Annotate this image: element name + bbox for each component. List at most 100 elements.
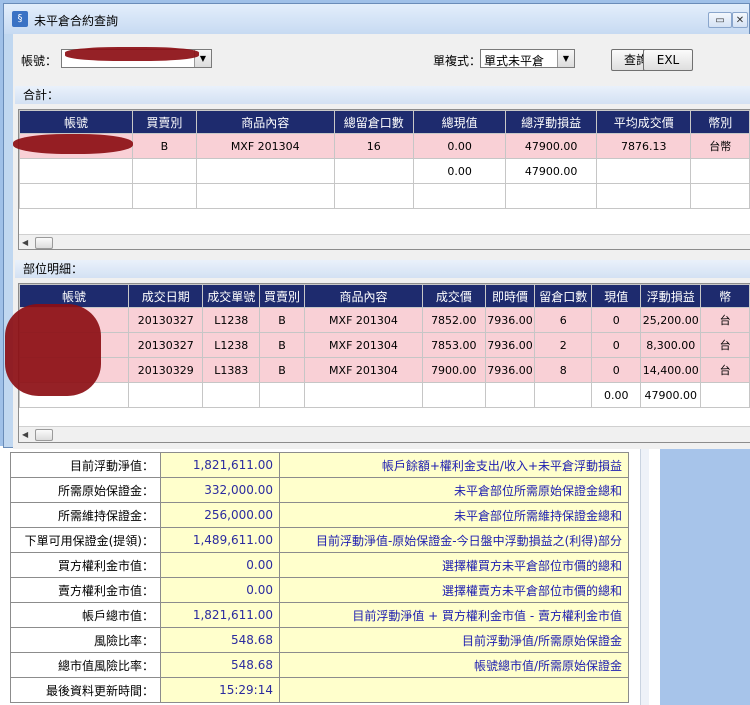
scroll-thumb[interactable] xyxy=(35,429,53,441)
column-header[interactable]: 總留倉口數 xyxy=(333,110,414,134)
info-label: 帳戶總市值： xyxy=(10,602,161,628)
column-header[interactable]: 成交價 xyxy=(422,284,486,308)
column-header[interactable]: 幣別 xyxy=(690,110,750,134)
table-cell: 14,400.00 xyxy=(640,357,702,383)
table-cell: B xyxy=(132,133,197,159)
mode-select[interactable]: 單式未平倉 ▼ xyxy=(480,49,575,68)
info-value: 256,000.00 xyxy=(160,502,280,528)
info-value: 0.00 xyxy=(160,552,280,578)
column-header[interactable]: 浮動損益 xyxy=(640,284,702,308)
scroll-left-icon[interactable]: ◀ xyxy=(22,238,28,247)
column-header[interactable]: 商品內容 xyxy=(303,284,424,308)
redaction-mark xyxy=(65,47,199,61)
info-row: 賣方權利金市值： 0.00 選擇權賣方未平倉部位市價的總和 xyxy=(10,577,629,603)
chevron-down-icon[interactable]: ▼ xyxy=(557,50,574,67)
table-cell: B xyxy=(259,357,305,383)
column-header[interactable]: 總現值 xyxy=(412,110,507,134)
table-cell xyxy=(700,382,750,408)
table-cell: 7936.00 xyxy=(484,357,536,383)
table-cell: 47900.00 xyxy=(505,133,597,159)
column-header[interactable]: 成交單號 xyxy=(202,284,261,308)
info-label: 所需原始保證金： xyxy=(10,477,161,503)
table-cell: 台 xyxy=(700,357,750,383)
summary-table: 帳號 買賣別 商品內容 總留倉口數 總現值 總浮動損益 平均成交價 幣別 B MXF 20130… xyxy=(19,110,750,209)
close-icon[interactable]: ✕ xyxy=(732,12,748,28)
table-cell: 0 xyxy=(591,307,642,333)
table-row[interactable]: 20130327 L1238 B MXF 201304 7853.00 7936.00 2 0… xyxy=(19,332,750,358)
summary-horizontal-scrollbar[interactable]: ◀ xyxy=(19,234,750,249)
info-description: 帳戶餘額+權利金支出/收入+未平倉浮動損益 xyxy=(279,452,629,478)
table-cell: 0.00 xyxy=(591,382,642,408)
table-cell xyxy=(333,158,414,184)
scroll-thumb[interactable] xyxy=(35,237,53,249)
account-info-panel: 目前浮動淨值： 1,821,611.00 帳戶餘額+權利金支出/收入+未平倉浮動損益… xyxy=(0,446,750,705)
table-cell: B xyxy=(259,332,305,358)
table-cell: 0 xyxy=(591,332,642,358)
table-cell xyxy=(132,158,197,184)
info-value: 332,000.00 xyxy=(160,477,280,503)
info-value: 1,489,611.00 xyxy=(160,527,280,553)
info-value: 1,821,611.00 xyxy=(160,602,280,628)
table-cell xyxy=(202,382,261,408)
table-cell: 7936.00 xyxy=(484,307,536,333)
table-cell: 7876.13 xyxy=(595,133,692,159)
info-label: 下單可用保證金(提領)： xyxy=(10,527,161,553)
window-client: 帳號： ▼ 單複式： 單式未平倉 ▼ 查詢 EXL 合計： 帳號 買賣別 商品內容總… xyxy=(5,34,750,449)
column-header[interactable]: 買賣別 xyxy=(259,284,305,308)
column-header[interactable]: 平均成交價 xyxy=(595,110,692,134)
scroll-left-icon[interactable]: ◀ xyxy=(22,430,28,439)
table-cell: L1383 xyxy=(202,357,261,383)
table-cell xyxy=(19,158,133,184)
info-value: 0.00 xyxy=(160,577,280,603)
column-header[interactable]: 買賣別 xyxy=(132,110,197,134)
info-row: 風險比率： 548.68 目前浮動淨值/所需原始保證金 xyxy=(10,627,629,653)
table-cell: 台 xyxy=(700,332,750,358)
info-label: 所需維持保證金： xyxy=(10,502,161,528)
table-row[interactable]: 20130329 L1383 B MXF 201304 7900.00 7936.00 8 0… xyxy=(19,357,750,383)
table-cell: MXF 201304 xyxy=(303,307,424,333)
info-description: 目前浮動淨值-原始保證金-今日盤中浮動損益之(利得)部分 xyxy=(279,527,629,553)
table-cell: 25,200.00 xyxy=(640,307,702,333)
app-icon: § xyxy=(12,11,28,27)
table-cell: 7852.00 xyxy=(422,307,486,333)
table-row[interactable]: 20130327 L1238 B MXF 201304 7852.00 7936.00 6 0… xyxy=(19,307,750,333)
column-header[interactable]: 現值 xyxy=(591,284,642,308)
info-row: 帳戶總市值： 1,821,611.00 目前浮動淨值 + 買方權利金市值 - 賣方權… xyxy=(10,602,629,628)
info-row: 最後資料更新時間： 15:29:14 xyxy=(10,677,629,703)
info-description: 目前浮動淨值 + 買方權利金市值 - 賣方權利金市值 xyxy=(279,602,629,628)
info-value: 548.68 xyxy=(160,627,280,653)
restore-icon[interactable]: ▭ xyxy=(708,12,732,28)
total-row[interactable]: 0.00 47900.00 xyxy=(19,382,750,408)
table-cell: 8 xyxy=(534,357,593,383)
table-cell: 20130327 xyxy=(128,332,204,358)
table-cell: 2 xyxy=(534,332,593,358)
info-value: 548.68 xyxy=(160,652,280,678)
column-header[interactable]: 商品內容 xyxy=(195,110,335,134)
info-label: 風險比率： xyxy=(10,627,161,653)
excel-button[interactable]: EXL xyxy=(643,49,693,71)
title-bar[interactable]: § 未平倉合約查詢 ▭ ✕ xyxy=(4,4,749,34)
detail-grid: 帳號 成交日期 成交單號 買賣別 商品內容 成交價 即時價 留倉口數 現值 浮動損益幣 20130… xyxy=(18,283,750,443)
mode-select-value: 單式未平倉 xyxy=(484,54,545,68)
table-cell: L1238 xyxy=(202,307,261,333)
column-header[interactable]: 成交日期 xyxy=(128,284,204,308)
redaction-mark xyxy=(13,134,133,154)
table-cell xyxy=(195,158,335,184)
total-row[interactable]: 0.00 47900.00 xyxy=(19,158,750,184)
info-description: 選擇權買方未平倉部位市價的總和 xyxy=(279,552,629,578)
account-label: 帳號： xyxy=(21,54,58,68)
account-info-table: 目前浮動淨值： 1,821,611.00 帳戶餘額+權利金支出/收入+未平倉浮動損益… xyxy=(10,452,629,703)
column-header[interactable]: 即時價 xyxy=(484,284,536,308)
column-header[interactable]: 幣 xyxy=(700,284,750,308)
column-header[interactable]: 帳號 xyxy=(19,110,133,134)
table-cell xyxy=(128,382,204,408)
info-row: 下單可用保證金(提領)： 1,489,611.00 目前浮動淨值-原始保證金-今日盤… xyxy=(10,527,629,553)
column-header[interactable]: 總浮動損益 xyxy=(505,110,597,134)
window-title: 未平倉合約查詢 xyxy=(34,14,119,28)
info-label: 賣方權利金市值： xyxy=(10,577,161,603)
info-row: 買方權利金市值： 0.00 選擇權買方未平倉部位市價的總和 xyxy=(10,552,629,578)
table-cell: L1238 xyxy=(202,332,261,358)
detail-horizontal-scrollbar[interactable]: ◀ xyxy=(19,426,750,442)
column-header[interactable]: 留倉口數 xyxy=(534,284,593,308)
info-label: 目前浮動淨值： xyxy=(10,452,161,478)
